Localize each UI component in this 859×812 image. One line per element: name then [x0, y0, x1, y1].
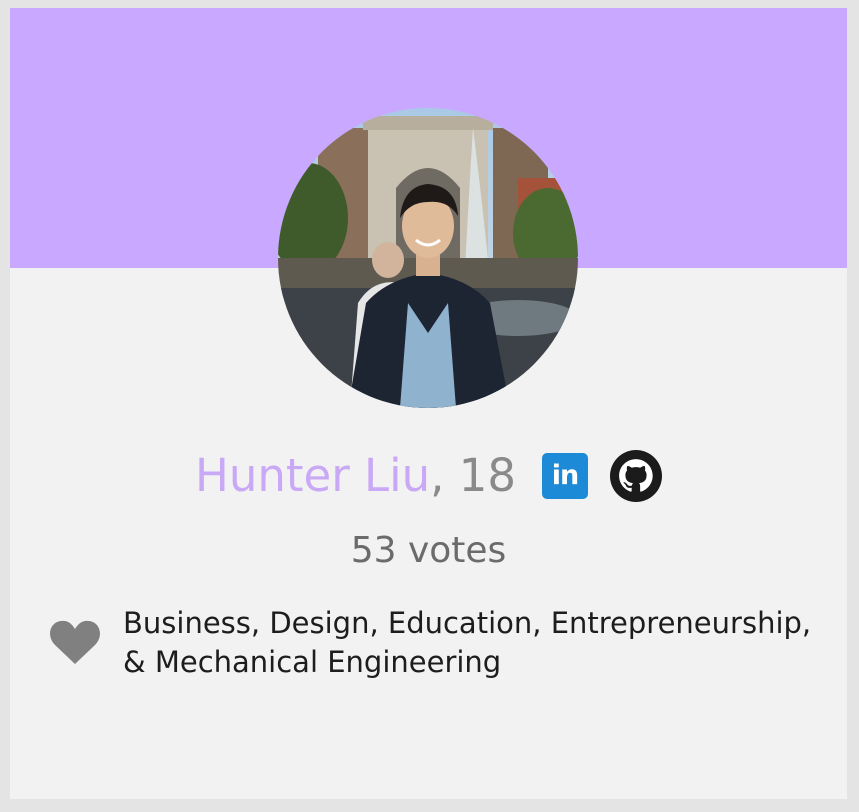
- social-links: in: [540, 450, 662, 502]
- heart-icon[interactable]: [48, 618, 102, 666]
- linkedin-icon[interactable]: in: [541, 453, 588, 499]
- profile-photo: [278, 108, 578, 408]
- interests-line-1: Business, Design, Education, Entrepreneu…: [123, 606, 812, 640]
- interests-text: Business, Design, Education, Entrepreneu…: [123, 604, 823, 682]
- profile-age: , 18: [430, 449, 516, 502]
- github-icon[interactable]: [609, 450, 662, 502]
- profile-name[interactable]: Hunter Liu: [195, 448, 430, 504]
- profile-heading: Hunter Liu , 18 in: [10, 448, 847, 504]
- votes-count: 53 votes: [350, 530, 507, 571]
- linkedin-icon-label: in: [551, 460, 580, 491]
- profile-card: Hunter Liu , 18 in 53 votes Business, De…: [10, 8, 847, 799]
- interests-line-2: & Mechanical Engineering: [123, 645, 502, 679]
- profile-photo-image: [278, 108, 578, 408]
